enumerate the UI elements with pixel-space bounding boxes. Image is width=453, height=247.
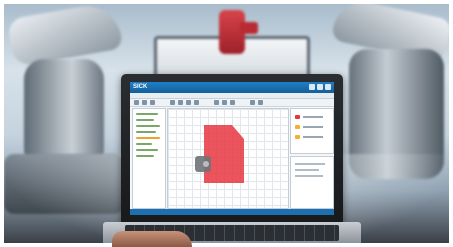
toolbar-icon[interactable] xyxy=(142,100,147,105)
app-logo: SICK xyxy=(133,84,148,90)
toolbar-icon[interactable] xyxy=(150,100,155,105)
toolbar-icon[interactable] xyxy=(194,100,199,105)
tree-item[interactable] xyxy=(136,143,152,145)
app-toolbar xyxy=(130,99,334,107)
laptop-lid: SICK xyxy=(121,74,343,224)
scanner-lens xyxy=(203,161,209,167)
toolbar-icon[interactable] xyxy=(134,100,139,105)
toolbar-icon[interactable] xyxy=(214,100,219,105)
status-bar xyxy=(130,209,334,215)
robot-body-left xyxy=(24,59,104,169)
properties-panel xyxy=(290,108,334,154)
tree-item[interactable] xyxy=(136,155,154,157)
property-row[interactable] xyxy=(295,115,325,119)
tree-item[interactable] xyxy=(136,119,154,121)
property-row[interactable] xyxy=(295,125,325,129)
property-row[interactable] xyxy=(295,135,325,139)
toolbar-icon[interactable] xyxy=(178,100,183,105)
close-icon[interactable] xyxy=(325,84,331,90)
property-text xyxy=(303,136,323,138)
robot-arm-left xyxy=(6,4,124,68)
property-text xyxy=(303,116,323,118)
info-text xyxy=(295,175,323,177)
warning-color-swatch xyxy=(295,135,300,139)
toolbar-icon[interactable] xyxy=(222,100,227,105)
protective-field-polygon xyxy=(204,125,244,183)
field-color-swatch xyxy=(295,115,300,119)
info-panel xyxy=(290,156,334,209)
device-tree-panel xyxy=(132,108,166,209)
tree-item[interactable] xyxy=(136,113,158,115)
user-hands xyxy=(112,231,192,247)
toolbar-icon[interactable] xyxy=(258,100,263,105)
minimize-icon[interactable] xyxy=(309,84,315,90)
toolbar-icon[interactable] xyxy=(230,100,235,105)
laptop-screen: SICK xyxy=(130,82,334,215)
warning-color-swatch xyxy=(295,125,300,129)
toolbar-icon[interactable] xyxy=(186,100,191,105)
property-text xyxy=(303,126,323,128)
window-controls[interactable] xyxy=(309,84,331,91)
app-titlebar: SICK xyxy=(130,82,334,93)
toolbar-icon[interactable] xyxy=(170,100,175,105)
scanner-icon[interactable] xyxy=(194,155,212,173)
field-editor-canvas[interactable] xyxy=(167,108,289,209)
info-text xyxy=(295,163,325,165)
toolbar-icon[interactable] xyxy=(250,100,255,105)
protective-field-shape[interactable] xyxy=(204,125,244,183)
red-device-tab xyxy=(240,22,258,34)
tree-item[interactable] xyxy=(136,131,156,133)
tree-item[interactable] xyxy=(136,149,158,151)
tree-item-selected[interactable] xyxy=(136,137,160,139)
tree-item[interactable] xyxy=(136,125,160,127)
info-text xyxy=(295,169,319,171)
maximize-icon[interactable] xyxy=(317,84,323,90)
